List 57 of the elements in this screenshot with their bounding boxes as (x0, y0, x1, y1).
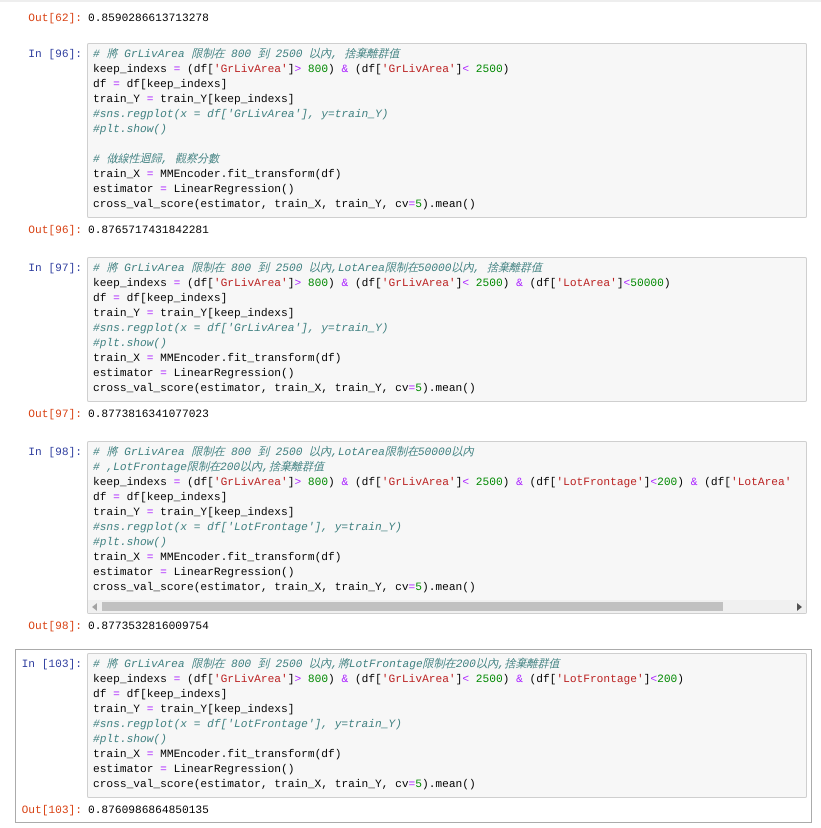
code-line: cross_val_score(estimator, train_X, train_Y, cv=5).mean() (93, 382, 477, 397)
output-prompt: Out[103]: (20, 804, 83, 819)
horizontal-scrollbar[interactable] (88, 600, 806, 613)
code-cell[interactable] (87, 257, 807, 402)
code-line: keep_indexs = (df['GrLivArea']> 800) & (df['GrLivArea']< 2500) (93, 63, 510, 78)
code-comment: #sns.regplot(x = df['GrLivArea'], y=train_Y) (93, 322, 390, 337)
input-prompt: In [103]: (20, 658, 83, 673)
code-line: estimator = LinearRegression() (93, 566, 296, 581)
code-line: cross_val_score(estimator, train_X, train_Y, cv=5).mean() (93, 198, 477, 213)
code-line: df = df[keep_indexs] (93, 292, 228, 307)
output-text: 0.8773532816009754 (87, 620, 209, 635)
code-comment: #sns.regplot(x = df['LotFrontage'], y=train_Y) (93, 521, 403, 536)
input-prompt: In [97]: (27, 262, 83, 277)
code-comment: #plt.show() (93, 733, 168, 748)
code-comment: #plt.show() (93, 536, 168, 551)
output-text: 0.8590286613713278 (87, 12, 209, 27)
code-cell[interactable] (87, 43, 807, 218)
output-text: 0.8760986864850135 (87, 804, 209, 819)
code-line: train_X = MMEncoder.fit_transform(df) (93, 551, 342, 566)
code-line: train_Y = train_Y[keep_indexs] (93, 307, 296, 322)
code-comment: # 將 GrLivArea 限制在 800 到 2500 以內,LotArea限制在50000以內, 捨棄離群值 (93, 262, 544, 277)
code-comment: #sns.regplot(x = df['GrLivArea'], y=train_Y) (93, 108, 390, 123)
code-line: train_X = MMEncoder.fit_transform(df) (93, 168, 342, 183)
code-comment: # 做線性迴歸, 觀察分數 (93, 153, 222, 168)
code-line: train_X = MMEncoder.fit_transform(df) (93, 352, 342, 367)
input-prompt: In [96]: (27, 48, 83, 63)
code-line: df = df[keep_indexs] (93, 688, 228, 703)
code-line: df = df[keep_indexs] (93, 78, 228, 93)
code-line: keep_indexs = (df['GrLivArea']> 800) & (df['GrLivArea']< 2500) & (df['LotArea']<50000) (93, 277, 672, 292)
code-line: train_X = MMEncoder.fit_transform(df) (93, 748, 342, 763)
code-comment: # 將 GrLivArea 限制在 800 到 2500 以內,LotArea限制在50000以內 (93, 446, 476, 460)
code-line: estimator = LinearRegression() (93, 763, 296, 778)
code-line: keep_indexs = (df['GrLivArea']> 800) & (df['GrLivArea']< 2500) & (df['LotFrontage']<200) (93, 673, 685, 688)
code-line: train_Y = train_Y[keep_indexs] (93, 506, 296, 521)
output-prompt: Out[97]: (27, 408, 83, 423)
code-line: estimator = LinearRegression() (93, 367, 296, 382)
code-line: train_Y = train_Y[keep_indexs] (93, 703, 296, 718)
code-line: train_Y = train_Y[keep_indexs] (93, 93, 296, 108)
code-cell[interactable] (87, 441, 807, 614)
code-line: df = df[keep_indexs] (93, 491, 228, 506)
code-line: keep_indexs = (df['GrLivArea']> 800) & (df['GrLivArea']< 2500) & (df['LotFrontage']<200) & (df['LotArea' (93, 476, 792, 491)
input-prompt: In [98]: (27, 446, 83, 461)
code-line: cross_val_score(estimator, train_X, train_Y, cv=5).mean() (93, 581, 477, 596)
code-line: estimator = LinearRegression() (93, 183, 296, 198)
output-text: 0.8765717431842281 (87, 224, 209, 239)
code-comment: # ,LotFrontage限制在200以內,捨棄離群值 (93, 461, 326, 476)
code-comment: #sns.regplot(x = df['LotFrontage'], y=train_Y) (93, 718, 403, 733)
output-prompt: Out[62]: (27, 12, 83, 27)
code-comment: # 將 GrLivArea 限制在 800 到 2500 以內,將LotFrontage限制在200以內,捨棄離群值 (93, 658, 562, 673)
output-text: 0.8773816341077023 (87, 408, 209, 423)
code-cell[interactable] (87, 653, 807, 798)
code-comment: #plt.show() (93, 337, 168, 352)
output-prompt: Out[98]: (27, 620, 83, 635)
output-prompt: Out[96]: (27, 224, 83, 239)
code-line: cross_val_score(estimator, train_X, train_Y, cv=5).mean() (93, 778, 477, 793)
code-comment: # 將 GrLivArea 限制在 800 到 2500 以內, 捨棄離群值 (93, 48, 402, 63)
code-comment: #plt.show() (93, 123, 168, 138)
